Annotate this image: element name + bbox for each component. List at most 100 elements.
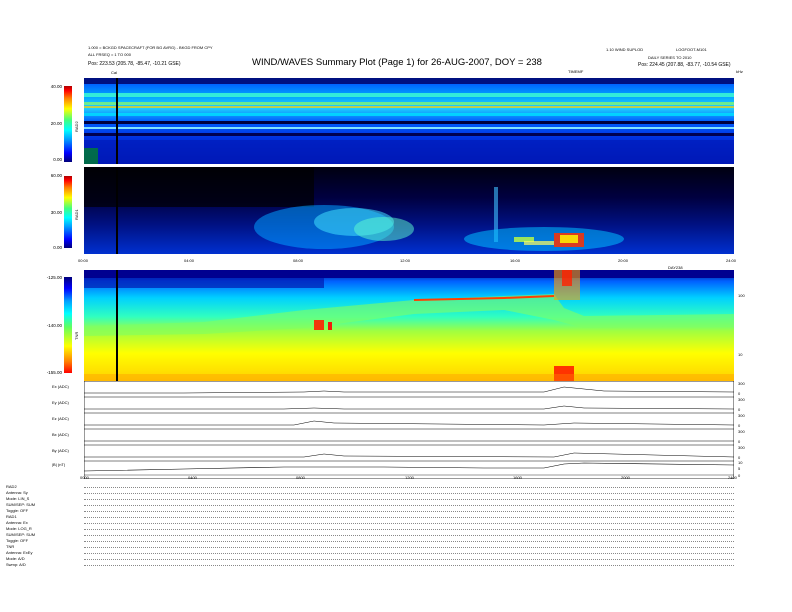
time-tick-6: 24:00	[726, 258, 737, 263]
trace-bx-right-top: 300	[738, 429, 745, 434]
bottom-time-tick-1: 0400	[188, 475, 197, 480]
tnr-spectrogram	[84, 270, 734, 381]
trace-by	[84, 452, 735, 458]
trace-b-total	[83, 462, 735, 472]
tnr-right-tick-100: 100	[738, 293, 745, 298]
tnr-tick-mid: -140.00	[46, 323, 62, 328]
header-right-tag: LOGFOOT-M101	[676, 47, 707, 52]
trace-b-right-top: 10	[738, 460, 743, 465]
rad2-band-cyan1	[84, 93, 734, 97]
tnr-right-tick-10: 10	[738, 352, 743, 357]
trace-label-b: |B| (nT)	[52, 462, 66, 467]
rad1-spectrogram	[84, 167, 734, 254]
header-right-line1: 1.10 WIND SUPLOD	[606, 47, 644, 52]
rad2-band-cyan2	[84, 113, 734, 116]
rad1-colorbar	[64, 176, 72, 248]
footer-dotted-0	[84, 487, 734, 488]
rad1-svg	[84, 167, 734, 254]
rad1-dark-left	[84, 167, 314, 207]
footer-dotted-8	[84, 535, 734, 536]
rad1-emission-3	[354, 217, 414, 241]
summary-plot-page: 1.000 = BCKGD SPACECRAFT (FOR BG AVRG) -…	[0, 0, 792, 612]
time-tick-0: 00:00	[78, 258, 89, 263]
header-left-line2: ALL FRSEQ = 1 TO 000	[88, 52, 131, 57]
header-right-line2: DAILY SERIES TO 2010	[648, 55, 692, 60]
footer-dotted-13	[84, 565, 734, 566]
time-tick-3: 12:00	[400, 258, 411, 263]
trace-label-ex: Ex (ADC)	[52, 384, 69, 389]
footer-dotted-10	[84, 547, 734, 548]
header-right-pos: Pos: 224.45 (207.88, -83.77, -10.54 GSE)	[638, 62, 731, 68]
rad2-band-yellow	[84, 106, 734, 108]
footer-dotted-9	[84, 541, 734, 542]
hz-tag: kHz	[736, 69, 743, 74]
trace-bx-right-bottom: 0	[738, 439, 741, 444]
rad1-emission-4	[464, 227, 624, 251]
rad2-band-dark2	[84, 133, 734, 136]
tnr-tick-top: -125.00	[46, 275, 62, 280]
trace-ey	[84, 405, 735, 410]
rad2-svg	[84, 78, 734, 164]
trace-ez	[84, 420, 735, 426]
rad1-tick-top: 60.00	[50, 173, 62, 178]
traces-frame	[83, 380, 735, 480]
rad2-cal-line	[116, 78, 118, 164]
rad2-band-green	[84, 102, 734, 105]
trace-ex	[84, 386, 735, 394]
bottom-time-tick-0: 0000	[80, 475, 89, 480]
tnr-svg	[84, 270, 734, 381]
footer-row-5: RAD1	[6, 514, 17, 519]
trace-ez-right-top: 300	[738, 413, 745, 418]
time-tick-1: 04:00	[184, 258, 195, 263]
footer-dotted-7	[84, 529, 734, 530]
footer-dotted-3	[84, 505, 734, 506]
time-tick-4: 16:00	[510, 258, 521, 263]
rad2-tick-bottom: 0.00	[53, 157, 62, 162]
footer-row-8: SUM/SEP: SUM	[6, 532, 36, 537]
rad1-tick-mid: 30.00	[50, 210, 62, 215]
rad2-colorbar	[64, 86, 72, 162]
footer-dotted-2	[84, 499, 734, 500]
trace-ey-right-top: 300	[738, 397, 745, 402]
traces-svg	[83, 380, 735, 480]
rad1-label: RAD1	[74, 209, 79, 220]
bottom-time-tick-6: 2400	[728, 475, 737, 480]
footer-row-6: Antenna: Ex	[6, 520, 28, 525]
rad1-cal-line	[116, 167, 118, 254]
trace-label-by: By (ADC)	[52, 448, 69, 453]
trace-b-right-mid: 5	[738, 466, 741, 471]
cal-label: Cal	[111, 70, 118, 75]
footer-row-2: Mode: LIN_S	[6, 496, 30, 501]
footer-row-7: Mode: LOG_R	[6, 526, 32, 531]
footer-dotted-4	[84, 511, 734, 512]
tnr-burst-red	[562, 270, 572, 286]
footer-dotted-1	[84, 493, 734, 494]
footer-row-13: Swmp: A/D	[6, 562, 26, 567]
footer-row-1: Antenna: Sy	[6, 490, 28, 495]
trace-by-right-top: 300	[738, 445, 745, 450]
rad2-label: RAD2	[74, 121, 79, 132]
tnr-label: TNR	[74, 331, 79, 340]
rad2-start-patch	[84, 148, 98, 164]
rad2-band-light	[84, 127, 734, 129]
tnr-tick-bottom: -155.00	[46, 370, 62, 375]
bottom-time-tick-4: 1600	[513, 475, 522, 480]
time-tick-2: 08:00	[293, 258, 304, 263]
footer-row-3: SUM/SEP: SUM	[6, 502, 36, 507]
header-left-line1: 1.000 = BCKGD SPACECRAFT (FOR BG AVRG) -…	[88, 45, 213, 50]
tnr-top-band	[84, 270, 734, 278]
rad1-patch-yellow	[524, 241, 554, 245]
rad1-burst-yellow	[560, 235, 578, 243]
footer-row-0: RAD2	[6, 484, 17, 489]
rad2-band-low	[84, 140, 734, 164]
trace-ex-right-bottom: 0	[738, 391, 741, 396]
bottom-time-tick-3: 1200	[405, 475, 414, 480]
tnr-colorbar	[64, 277, 72, 373]
footer-row-12: Mode: A/D	[6, 556, 25, 561]
tnr-tag: TIMEMF	[568, 69, 584, 74]
footer-dotted-12	[84, 559, 734, 560]
trace-label-ey: Ey (ADC)	[52, 400, 69, 405]
header-left-pos: Pos: 223.53 (205.78, -85.47, -10.21 GSE)	[88, 61, 181, 67]
footer-dotted-5	[84, 517, 734, 518]
footer-dotted-6	[84, 523, 734, 524]
